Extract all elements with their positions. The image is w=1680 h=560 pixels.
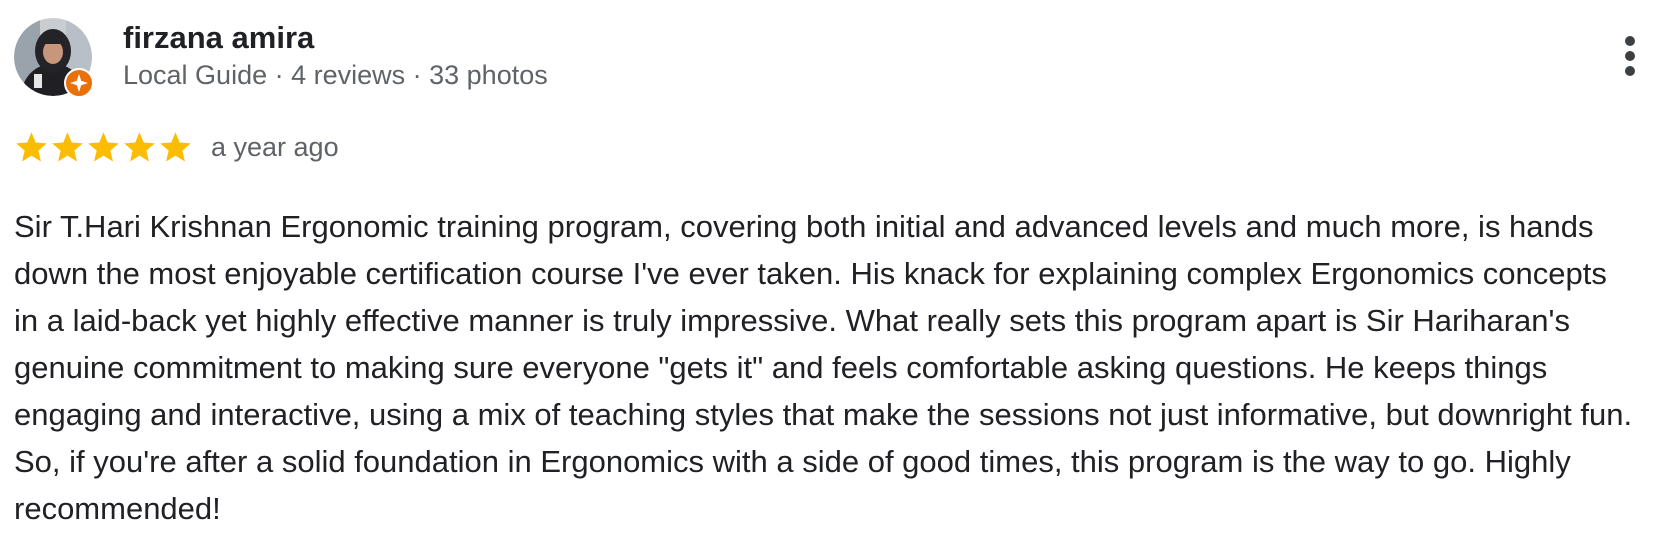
sparkle-icon — [70, 74, 88, 92]
reviewer-avatar[interactable] — [14, 18, 94, 98]
star-icon — [124, 131, 155, 161]
star-icon — [16, 131, 47, 161]
star-rating — [14, 130, 193, 165]
star-icon — [160, 131, 191, 161]
review-card: firzana amira Local Guide · 4 reviews · … — [14, 18, 1635, 526]
local-guide-badge-icon — [64, 68, 94, 98]
more-vert-icon — [1625, 36, 1635, 76]
star-icon — [88, 131, 119, 161]
review-text: Sir T.Hari Krishnan Ergonomic training p… — [14, 209, 1633, 526]
review-time: a year ago — [211, 131, 339, 162]
rating-row: a year ago — [14, 127, 339, 167]
reviewer-name[interactable]: firzana amira — [123, 20, 314, 56]
star-icon — [52, 131, 83, 161]
more-options-button[interactable] — [1612, 28, 1648, 84]
reviewer-meta: Local Guide · 4 reviews · 33 photos — [123, 60, 548, 90]
review-header: firzana amira Local Guide · 4 reviews · … — [14, 18, 1635, 98]
